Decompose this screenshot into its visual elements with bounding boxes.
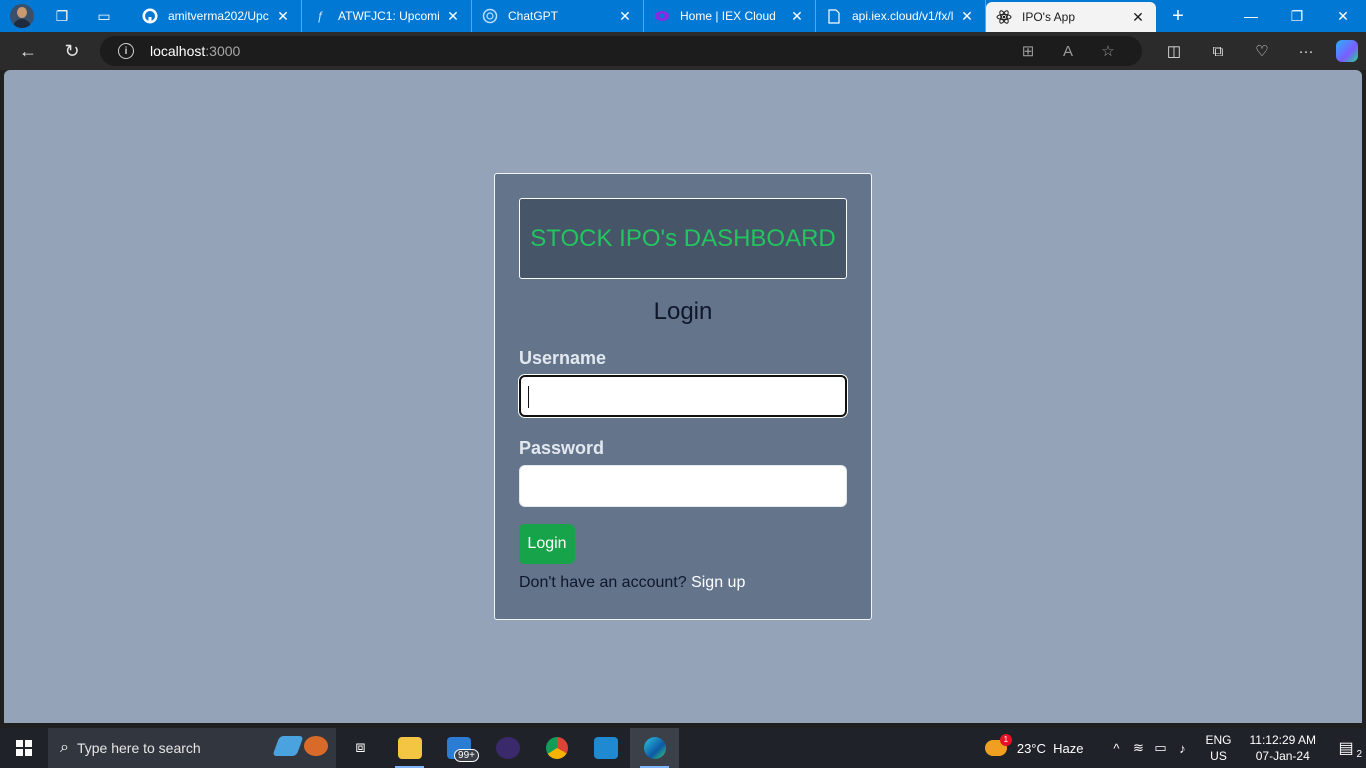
start-button[interactable] [0,728,48,768]
tab-label: api.iex.cloud/v1/fx/l [852,9,953,23]
signup-row: Don't have an account? Sign up [519,574,745,592]
search-icon: ⌕ [60,739,69,756]
task-view-icon[interactable]: ⧈ [336,728,385,768]
tab-actions-icon[interactable]: ▭ [90,2,118,30]
address-bar[interactable]: i localhost:3000 ⊞ A ☆ [100,36,1142,66]
search-highlight-icon [272,736,328,756]
mail-badge: 99+ [454,749,479,762]
login-button[interactable]: Login [519,524,575,564]
weather-badge: 1 [999,734,1012,746]
language-indicator[interactable]: ENG US [1205,732,1231,764]
tab-chatgpt[interactable]: ChatGPT ✕ [472,0,644,32]
clock-time: 11:12:29 AM [1249,733,1317,747]
network-icon[interactable]: ≋ [1127,740,1149,756]
weather-temperature: 23°C [1016,740,1046,756]
tab-azure[interactable]: ƒ ATWFJC1: Upcoming ✕ [302,0,472,32]
show-hidden-icons-icon[interactable]: ^ [1105,741,1127,756]
search-placeholder: Type here to search [76,740,201,756]
iex-icon [654,8,670,24]
tab-github[interactable]: amitverma202/Upcoming ✕ [132,0,302,32]
login-card: STOCK IPO's DASHBOARD Login Username Pas… [494,173,872,620]
app-available-icon[interactable]: ⊞ [1008,42,1048,60]
copilot-icon[interactable] [1336,40,1358,62]
refresh-icon[interactable]: ↻ [56,35,88,67]
tab-label: ATWFJC1: Upcoming [338,9,439,23]
site-info-icon[interactable]: i [118,43,134,59]
tab-close-icon[interactable]: ✕ [1130,9,1146,26]
text-cursor [528,386,529,408]
restore-icon[interactable]: ❐ [1274,0,1320,32]
username-label: Username [519,348,607,368]
tab-close-icon[interactable]: ✕ [445,8,461,25]
tab-label: amitverma202/Upcoming [168,9,269,23]
browser-tab-strip: ❐ ▭ amitverma202/Upcoming ✕ ƒ ATWFJC1: U… [0,0,1366,32]
windows-taskbar: ⌕ Type here to search ⧈ 99+ 1 23°C Haze … [0,728,1366,768]
password-input[interactable] [519,465,847,507]
new-tab-icon[interactable]: + [1166,5,1190,28]
notification-count: 2 [1356,749,1362,760]
react-icon [996,9,1012,25]
chrome-icon[interactable] [532,728,581,768]
more-menu-icon[interactable]: ··· [1284,43,1328,60]
tab-label: IPO's App [1022,10,1075,24]
volume-icon[interactable]: ♪ [1171,741,1193,756]
tab-close-icon[interactable]: ✕ [789,8,805,25]
address-host: localhost [150,43,206,59]
profile-avatar[interactable] [10,4,34,28]
document-icon [826,8,842,24]
edge-icon[interactable] [630,728,679,768]
system-tray: 1 23°C Haze ^ ≋ ▭ ♪ ENG US 11:12:29 AM 0… [984,728,1366,768]
tab-close-icon[interactable]: ✕ [617,8,633,25]
password-label: Password [519,438,605,458]
eclipse-icon[interactable] [483,728,532,768]
weather-widget[interactable]: 1 23°C Haze [984,734,1084,756]
tab-close-icon[interactable]: ✕ [275,8,291,25]
browser-essentials-icon[interactable]: ♡ [1240,42,1284,60]
back-icon[interactable]: ← [12,35,44,67]
weather-condition: Haze [1053,740,1084,756]
address-port: :3000 [205,43,241,59]
username-input[interactable] [519,375,847,417]
tab-label: Home | IEX Cloud [680,9,776,23]
close-window-icon[interactable]: ✕ [1320,0,1366,32]
windows-logo-icon [16,740,32,756]
signup-prompt: Don't have an account? [519,574,687,591]
split-screen-icon[interactable]: ◫ [1152,42,1196,60]
clock[interactable]: 11:12:29 AM 07-Jan-24 [1250,732,1317,764]
taskbar-search[interactable]: ⌕ Type here to search [48,728,336,768]
notification-center-icon[interactable]: ▤ 2 [1326,738,1366,760]
weather-icon: 1 [984,734,1012,756]
favorite-star-icon[interactable]: ☆ [1088,42,1128,60]
signup-link[interactable]: Sign up [691,574,745,591]
azure-icon: ƒ [316,9,324,23]
workspaces-icon[interactable]: ❐ [48,2,76,30]
dashboard-brand-box: STOCK IPO's DASHBOARD [519,198,847,279]
tab-label: ChatGPT [508,9,559,23]
clock-date: 07-Jan-24 [1255,749,1310,763]
minimize-icon[interactable]: — [1228,0,1274,32]
login-heading: Login [653,298,713,325]
language-code: ENG [1205,733,1232,747]
read-aloud-icon[interactable]: A [1048,43,1088,60]
collections-icon[interactable]: ⧉ [1196,43,1240,60]
github-icon [142,8,158,24]
battery-icon[interactable]: ▭ [1149,740,1171,756]
vscode-icon[interactable] [581,728,630,768]
browser-toolbar: ← ↻ i localhost:3000 ⊞ A ☆ ◫ ⧉ ♡ ··· [0,32,1366,70]
language-region: US [1210,749,1227,763]
tab-close-icon[interactable]: ✕ [959,8,975,25]
file-explorer-icon[interactable] [385,728,434,768]
chatgpt-icon [482,8,498,24]
tab-iex-api[interactable]: api.iex.cloud/v1/fx/l ✕ [816,0,986,32]
page-viewport: STOCK IPO's DASHBOARD Login Username Pas… [4,70,1362,723]
dashboard-title: STOCK IPO's DASHBOARD [530,224,836,252]
mail-icon[interactable]: 99+ [434,728,483,768]
tab-iex-cloud[interactable]: Home | IEX Cloud ✕ [644,0,816,32]
tab-ipos-app[interactable]: IPO's App ✕ [986,2,1156,32]
